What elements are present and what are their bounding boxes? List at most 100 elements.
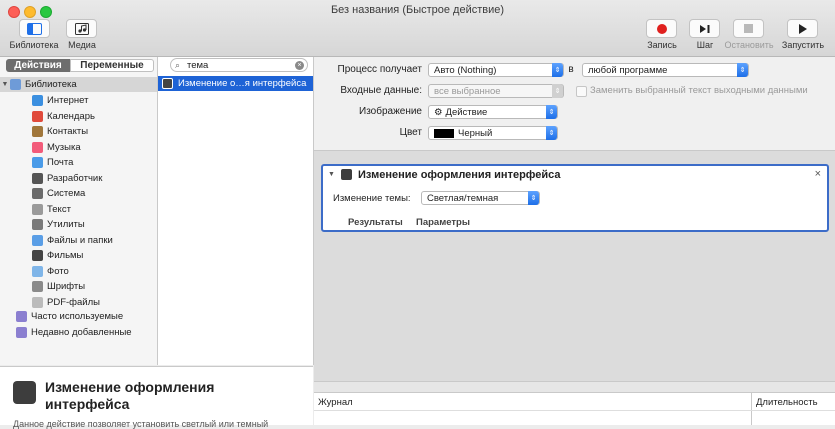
action-large-icon [13,381,36,404]
library-category-item[interactable]: Фильмы [0,248,157,263]
action-title: Изменение оформления интерфейса [358,169,561,181]
library-category-label: Интернет [47,95,89,106]
library-category-label: Система [47,188,86,199]
search-field[interactable]: ⌕ тема × [170,58,308,72]
library-category-item[interactable]: Почта [0,155,157,170]
result-item-selected[interactable]: Изменение о…я интерфейса [158,76,313,91]
record-button-label: Запись [647,40,677,50]
collapse-triangle-icon[interactable]: ▼ [328,171,335,178]
replace-checkbox[interactable] [576,86,587,97]
library-category-item[interactable]: Текст [0,202,157,217]
search-icon: ⌕ [175,60,181,70]
image-value: Действие [445,106,488,118]
window-toolbar: Без названия (Быстрое действие) Библиоте… [0,0,835,57]
library-category-item[interactable]: Утилиты [0,217,157,232]
library-category-item[interactable]: Шрифты [0,279,157,294]
library-category-label: Разработчик [47,172,103,184]
media-button-label: Медиа [68,40,96,50]
library-category-label: PDF-файлы [47,296,100,308]
action-card[interactable]: ▼ Изменение оформления интерфейса × Изме… [321,164,829,232]
color-popup[interactable]: Черный ⇕ [428,126,558,140]
input-popup[interactable]: все выбранное ⇕ [428,84,564,98]
variables-segment[interactable]: Переменные [70,59,154,72]
library-toggle-button[interactable] [19,19,50,38]
library-category-item[interactable]: Календарь [0,109,157,124]
library-category-item[interactable]: Файлы и папки [0,233,157,248]
stop-button[interactable] [733,19,764,38]
smart-folder-icon [16,311,27,322]
disclosure-down-icon: ▼ [1,81,9,88]
smart-folder-icon [16,327,27,338]
theme-popup[interactable]: Светлая/темная ⇕ [421,191,540,205]
library-category-item[interactable]: Контакты [0,124,157,139]
run-button[interactable] [787,19,818,38]
gear-icon [162,78,173,89]
media-icon [74,22,89,35]
media-button[interactable] [66,19,97,38]
chevron-updown-icon: ⇕ [546,126,557,140]
category-icon [32,296,43,308]
library-folder-icon [10,79,21,90]
category-icon [32,126,43,137]
library-category-label: Календарь [47,110,95,122]
category-icon [32,188,43,199]
log-header-divider [314,410,835,411]
library-category-item[interactable]: PDF-файлы [0,295,157,310]
chevron-updown-icon: ⇕ [546,105,557,119]
smart-folder-label: Недавно добавленные [31,327,132,338]
library-category-label: Утилиты [47,219,85,230]
library-category-label: Шрифты [47,281,86,292]
params-tab[interactable]: Параметры [416,217,470,228]
library-category-item[interactable]: Система [0,186,157,201]
window-title: Без названия (Быстрое действие) [330,4,505,16]
smart-folder-frequent[interactable]: Часто используемые [0,309,157,324]
workflow-options: Процесс получает Авто (Nothing) ⇕ в любой… [314,57,835,151]
description-text: Данное действие позволяет установить све… [13,419,269,429]
application-popup[interactable]: любой программе ⇕ [582,63,749,77]
close-action-icon[interactable]: × [815,168,821,180]
description-title: Изменение оформления интерфейса [45,379,215,412]
journal-column-header[interactable]: Журнал [318,397,353,408]
actions-segment[interactable]: Действия [6,59,70,72]
category-icon [32,281,43,292]
application-value: любой программе [588,64,668,76]
library-button-label: Библиотека [9,40,59,50]
category-icon [32,234,43,246]
category-icon [32,141,43,153]
input-label: Входные данные: [340,85,422,96]
step-icon [699,24,709,33]
color-swatch [434,128,454,138]
smart-folder-label: Часто используемые [31,311,124,322]
in-label: в [568,64,574,75]
category-icon [32,265,43,277]
record-button[interactable] [646,19,677,38]
image-popup[interactable]: ⚙ Действие ⇕ [428,105,558,119]
library-category-item[interactable]: Разработчик [0,171,157,186]
library-category-label: Музыка [47,141,81,153]
step-button[interactable] [689,19,720,38]
receives-value: Авто (Nothing) [434,64,497,76]
chevron-updown-icon: ⇕ [552,84,563,98]
library-category-label: Фото [47,265,69,277]
clear-search-icon[interactable]: × [295,61,304,70]
library-pane: Действия Переменные ▼ Библиотека Интерне… [0,57,158,365]
receives-popup[interactable]: Авто (Nothing) ⇕ [428,63,564,77]
smart-folder-recent[interactable]: Недавно добавленные [0,325,157,340]
category-icon [32,203,43,215]
action-icon [341,169,352,180]
run-icon [798,23,807,34]
search-input[interactable]: тема [187,60,208,71]
chevron-updown-icon: ⇕ [552,63,563,77]
stop-button-label: Остановить [724,40,774,50]
library-category-item[interactable]: Фото [0,264,157,279]
library-category-item[interactable]: Интернет [0,93,157,108]
library-root-item[interactable]: ▼ Библиотека [0,77,157,92]
results-tab[interactable]: Результаты [348,217,403,228]
library-category-label: Почта [47,157,74,168]
replace-label: Заменить выбранный текст выходными данны… [590,85,808,96]
library-category-label: Текст [47,203,71,215]
category-icon [32,157,43,168]
duration-column-header[interactable]: Длительность [756,397,818,408]
library-category-label: Фильмы [47,250,84,261]
library-category-item[interactable]: Музыка [0,140,157,155]
